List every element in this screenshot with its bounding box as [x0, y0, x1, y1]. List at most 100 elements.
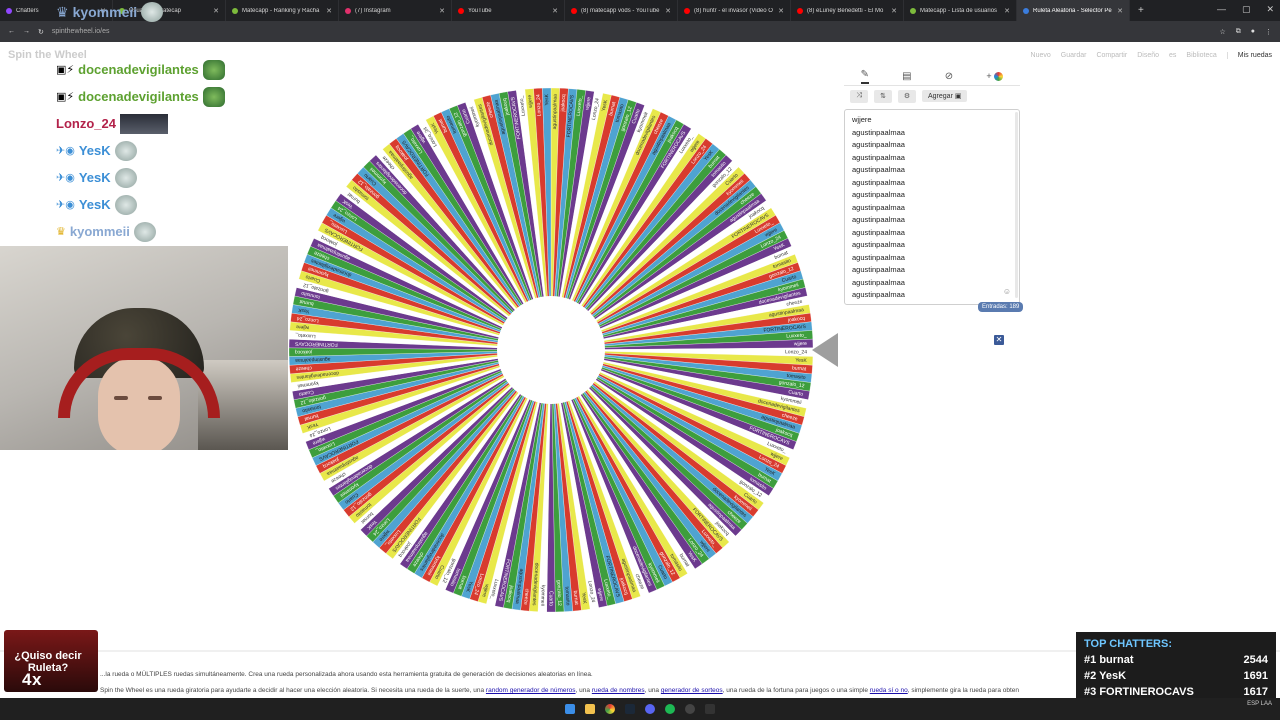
tab-close-icon[interactable]: ✕ — [439, 7, 445, 15]
browser-tab[interactable]: (8) eLuney Benedetti - El Mo ✕ — [791, 0, 904, 21]
browser-tab[interactable]: YouTube ✕ — [452, 0, 565, 21]
file-explorer-icon[interactable] — [585, 704, 595, 714]
browser-tab[interactable]: Ruleta Aleatoria - Selector Pe ✕ — [1017, 0, 1130, 21]
minimize-icon[interactable]: — — [1217, 4, 1226, 15]
menu-design[interactable]: Diseño — [1137, 52, 1159, 59]
pencil-icon[interactable]: ✎ — [860, 69, 869, 84]
maximize-icon[interactable]: ▢ — [1242, 4, 1251, 15]
link-name-wheel[interactable]: rueda de nombres — [592, 687, 645, 694]
link-raffle[interactable]: generador de sorteos — [661, 687, 723, 694]
terminal-icon[interactable] — [705, 704, 715, 714]
menu-library[interactable]: Biblioteca — [1186, 52, 1216, 59]
entries-textarea[interactable]: ☺ wjjere agustinpaalmaa agustinpaalmaa agust… — [844, 109, 1020, 305]
badge-icon: ✈◉ — [56, 199, 75, 211]
system-tray[interactable]: ESP LAA — [1247, 700, 1272, 708]
tab-close-icon[interactable]: ✕ — [665, 7, 671, 15]
description-line1: ...la rueda o MÚLTIPLES ruedas simultáne… — [100, 671, 593, 678]
browser-tab[interactable]: (8) matecapp vods - YouTube ✕ — [565, 0, 678, 21]
wheel-label: wjjere — [794, 341, 807, 347]
start-icon[interactable] — [565, 704, 575, 714]
entry-line[interactable]: agustinpaalmaa — [852, 239, 1012, 252]
favicon-icon — [345, 7, 351, 14]
settings-icon[interactable]: ⚙ — [898, 89, 916, 103]
entry-line[interactable]: agustinpaalmaa — [852, 152, 1012, 165]
extensions-icon[interactable]: ⧉ — [1236, 28, 1241, 36]
emote-icon — [114, 194, 137, 215]
palette-icon[interactable]: + — [986, 71, 1004, 82]
entry-line[interactable]: agustinpaalmaa — [852, 202, 1012, 215]
new-tab-icon[interactable]: + — [1130, 5, 1152, 16]
chat-username[interactable]: YesK — [79, 143, 111, 158]
reload-icon[interactable]: ↻ — [38, 28, 44, 36]
my-wheels-button[interactable]: Mis ruedas — [1226, 51, 1272, 59]
chat-username[interactable]: Lonzo_24 — [56, 116, 116, 131]
link-random-number[interactable]: random generador de números — [486, 687, 576, 694]
wheel-label: cheeze — [295, 365, 312, 372]
emote-icon — [114, 140, 137, 161]
chatter-row: #1 burnat 2544 — [1084, 654, 1268, 666]
shuffle-icon[interactable]: ⤨ — [850, 89, 868, 103]
entry-line[interactable]: agustinpaalmaa — [852, 264, 1012, 277]
entry-line[interactable]: agustinpaalmaa — [852, 227, 1012, 240]
tab-close-icon[interactable]: ✕ — [778, 7, 784, 15]
add-image-button[interactable]: Agregar ▣ — [922, 90, 968, 102]
spotify-icon[interactable] — [665, 704, 675, 714]
browser-tab[interactable]: (8) huntr - el invasor (Video O ✕ — [678, 0, 791, 21]
badge-icon: ▣⚡ — [56, 91, 75, 103]
clipboard-icon[interactable]: ▤ — [902, 71, 911, 82]
menu-dots-icon[interactable]: ⋮ — [1265, 28, 1272, 36]
obs-icon[interactable] — [685, 704, 695, 714]
top-chatters-title: TOP CHATTERS: — [1084, 638, 1173, 650]
menu-language[interactable]: es — [1169, 52, 1176, 59]
spin-wheel[interactable]: agustinpaalmaa joakocq FORTINEROCAVS Luxxet… — [288, 87, 814, 613]
entry-line[interactable]: agustinpaalmaa — [852, 252, 1012, 265]
favicon-icon — [1023, 7, 1029, 14]
browser-tab[interactable]: Matecapp - Lista de usuarios ✕ — [904, 0, 1017, 21]
discord-icon[interactable] — [645, 704, 655, 714]
entries-scrollbar[interactable] — [1015, 112, 1018, 298]
close-icon[interactable]: ✕ — [994, 335, 1004, 345]
entry-line[interactable]: agustinpaalmaa — [852, 189, 1012, 202]
entry-line[interactable]: wjjere — [852, 114, 1012, 127]
entry-line[interactable]: agustinpaalmaa — [852, 277, 1012, 290]
profile-icon[interactable]: ● — [1251, 28, 1255, 35]
wheel-svg[interactable]: agustinpaalmaa joakocqFORTINEROCAVS Luxxet… — [288, 87, 814, 613]
eye-off-icon[interactable]: ⊘ — [945, 71, 953, 82]
entry-line[interactable]: agustinpaalmaa — [852, 214, 1012, 227]
chat-username[interactable]: docenadevigilantes — [78, 89, 199, 104]
chat-username[interactable]: YesK — [79, 170, 111, 185]
tab-close-icon[interactable]: ✕ — [1004, 7, 1010, 15]
chrome-icon[interactable] — [605, 704, 615, 714]
url-field[interactable]: spinthewheel.io/es — [52, 28, 110, 35]
tab-close-icon[interactable]: ✕ — [891, 7, 897, 15]
chat-username[interactable]: kyommeii — [70, 224, 130, 239]
taskbar: ESP LAA — [0, 698, 1280, 720]
sort-icon[interactable]: ⇅ — [874, 89, 892, 103]
close-icon[interactable]: ✕ — [1266, 4, 1274, 15]
steam-icon[interactable] — [625, 704, 635, 714]
entry-line[interactable]: agustinpaalmaa — [852, 177, 1012, 190]
browser-tab[interactable]: (7) Instagram ✕ — [339, 0, 452, 21]
menu-new[interactable]: Nuevo — [1031, 52, 1051, 59]
browser-tab[interactable]: Matecapp - Ranking y Racha ✕ — [226, 0, 339, 21]
wheel-center[interactable] — [497, 296, 605, 404]
emoji-icon[interactable]: ☺ — [1003, 287, 1011, 296]
entry-line[interactable]: agustinpaalmaa — [852, 289, 1012, 302]
menu-save[interactable]: Guardar — [1061, 52, 1087, 59]
forward-icon[interactable]: → — [23, 28, 30, 35]
tab-close-icon[interactable]: ✕ — [1117, 7, 1123, 15]
entry-line[interactable]: agustinpaalmaa — [852, 164, 1012, 177]
entry-line[interactable]: agustinpaalmaa — [852, 139, 1012, 152]
link-yes-no[interactable]: rueda sí o no — [870, 687, 908, 694]
tab-close-icon[interactable]: ✕ — [552, 7, 558, 15]
chat-username[interactable]: docenadevigilantes — [78, 62, 199, 77]
star-icon[interactable]: ☆ — [1219, 28, 1225, 36]
tab-close-icon[interactable]: ✕ — [326, 7, 332, 15]
entry-line[interactable]: agustinpaalmaa — [852, 127, 1012, 140]
back-icon[interactable]: ← — [8, 28, 15, 35]
tab-close-icon[interactable]: ✕ — [213, 7, 219, 15]
description-line2: Spin the Wheel es una rueda giratoria pa… — [100, 687, 1020, 694]
chat-username[interactable]: YesK — [79, 197, 111, 212]
wheel-label: YesK — [544, 93, 550, 105]
menu-share[interactable]: Compartir — [1096, 52, 1127, 59]
